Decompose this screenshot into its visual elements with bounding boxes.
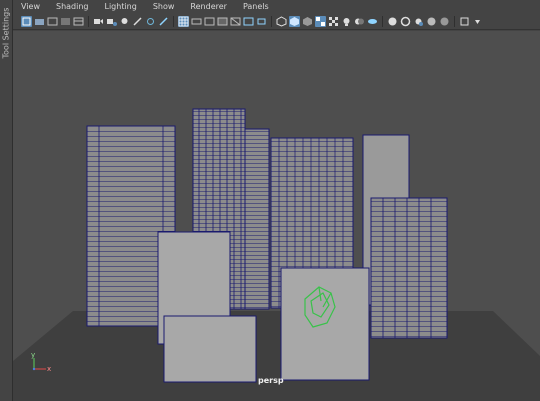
menu-show[interactable]: Show	[145, 0, 183, 14]
tower-center-back	[244, 128, 270, 310]
menu-shading[interactable]: Shading	[48, 0, 97, 14]
panel-menu-bar: View Shading Lighting Show Renderer Pane…	[13, 0, 540, 14]
ambient-occlusion-icon[interactable]	[367, 16, 378, 27]
camera-lock-icon[interactable]	[106, 16, 117, 27]
xray-icon[interactable]	[439, 16, 450, 27]
safe-title-icon[interactable]	[256, 16, 267, 27]
use-all-lights-icon[interactable]	[341, 16, 352, 27]
camera-attributes-icon[interactable]	[34, 16, 45, 27]
shadows-icon[interactable]	[354, 16, 365, 27]
select-camera-icon[interactable]	[21, 16, 32, 27]
motion-blur-icon[interactable]	[387, 16, 398, 27]
axis-x-label: x	[47, 365, 52, 373]
menu-renderer[interactable]: Renderer	[182, 0, 235, 14]
pencil-icon[interactable]	[158, 16, 169, 27]
xray-components-icon[interactable]	[472, 16, 483, 27]
safe-action-icon[interactable]	[243, 16, 254, 27]
2d-pan-icon[interactable]	[73, 16, 84, 27]
camera-icon[interactable]	[93, 16, 104, 27]
default-material-icon[interactable]	[302, 16, 313, 27]
scene-canvas[interactable]	[13, 31, 540, 401]
smooth-shade-icon[interactable]	[289, 16, 300, 27]
transform-icon[interactable]	[145, 16, 156, 27]
field-chart-icon[interactable]	[230, 16, 241, 27]
resolution-gate-icon[interactable]	[204, 16, 215, 27]
toolbar-separator	[454, 16, 455, 27]
image-plane-icon[interactable]	[60, 16, 71, 27]
toolbar-separator	[271, 16, 272, 27]
isolate-select-icon[interactable]	[426, 16, 437, 27]
toolbar-separator	[88, 16, 89, 27]
toolbar-separator	[173, 16, 174, 27]
box-left-front	[163, 315, 257, 383]
tool-settings-strip[interactable]: Tool Settings	[0, 0, 13, 401]
bookmarks-icon[interactable]	[47, 16, 58, 27]
grease-pencil-icon[interactable]	[132, 16, 143, 27]
axis-y-label: y	[31, 351, 36, 359]
xray-joints-icon[interactable]	[459, 16, 470, 27]
gate-mask-icon[interactable]	[217, 16, 228, 27]
toolbar-separator	[382, 16, 383, 27]
tower-right	[370, 197, 448, 339]
panel-toolbar	[13, 14, 540, 30]
anti-alias-icon[interactable]	[400, 16, 411, 27]
menu-panels[interactable]: Panels	[235, 0, 277, 14]
menu-view[interactable]: View	[13, 0, 48, 14]
depth-of-field-icon[interactable]	[413, 16, 424, 27]
light-icon[interactable]	[119, 16, 130, 27]
3d-viewport[interactable]: y x persp	[13, 31, 540, 401]
tool-settings-label: Tool Settings	[1, 7, 11, 59]
checker-icon[interactable]	[328, 16, 339, 27]
textured-icon[interactable]	[315, 16, 326, 27]
wireframe-icon[interactable]	[276, 16, 287, 27]
film-gate-icon[interactable]	[191, 16, 202, 27]
menu-lighting[interactable]: Lighting	[96, 0, 144, 14]
camera-name-label: persp	[258, 376, 284, 385]
grid-icon[interactable]	[178, 16, 189, 27]
